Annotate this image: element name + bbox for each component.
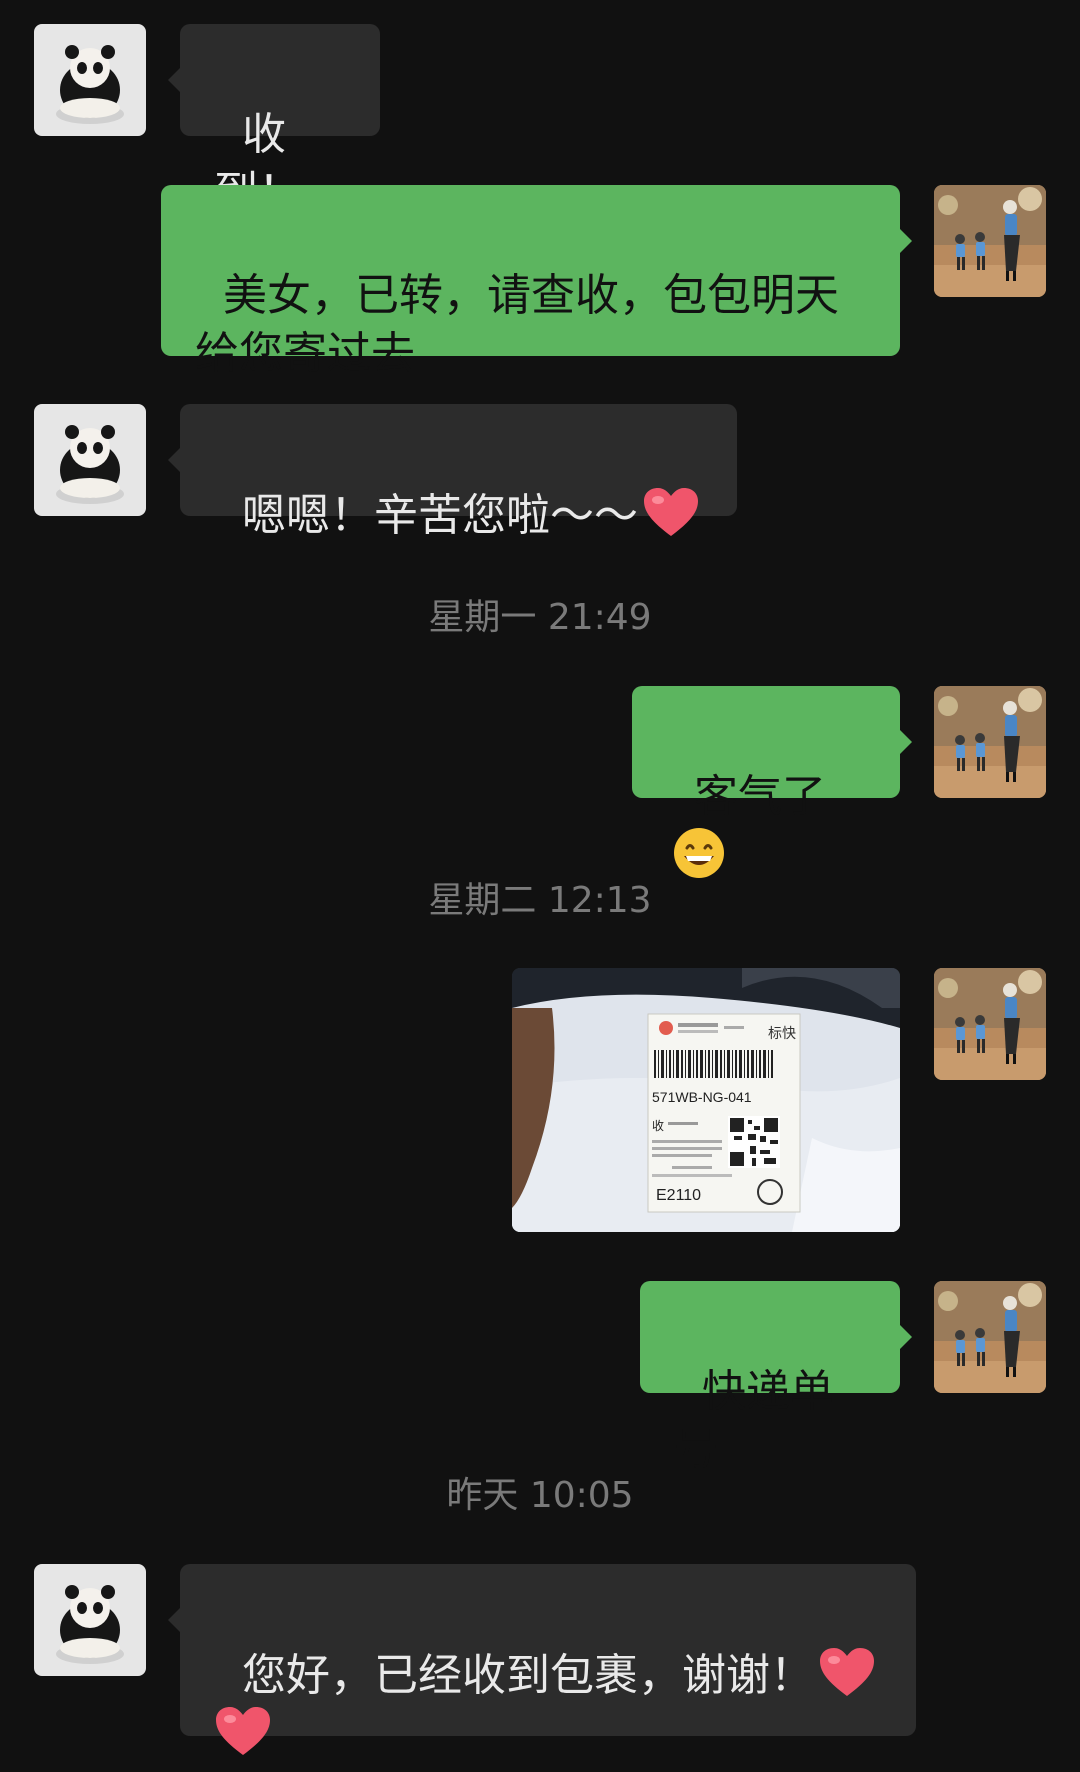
label-receiver: 收 [652,1119,664,1133]
heart-emoji-icon [214,1705,272,1757]
incoming-message-bubble[interactable]: 您好，已经收到包裹，谢谢！ [168,1564,916,1736]
shipping-label-photo[interactable]: 标快 571WB-NG-041 收 E2110 [512,968,900,1232]
message-text: 客气了 [693,771,826,822]
timestamp: 星期一 21:49 [428,597,652,638]
package-photo-image: 标快 571WB-NG-041 收 E2110 [512,968,900,1232]
label-code: 571WB-NG-041 [652,1089,752,1105]
my-avatar[interactable] [934,968,1046,1080]
my-avatar[interactable] [934,185,1046,297]
message-text: 快递单号 [674,1366,834,1475]
panda-avatar-icon [34,404,146,516]
incoming-message-bubble[interactable]: 嗯嗯！辛苦您啦～～ [168,404,737,541]
outgoing-message-bubble[interactable]: 快递单号 [640,1281,912,1475]
outgoing-message-bubble[interactable]: 客气了 [632,686,912,798]
heart-emoji-icon [642,486,700,538]
panda-avatar-icon [34,24,146,136]
mother-children-avatar-icon [934,686,1046,798]
message-text: 嗯嗯！辛苦您啦～～ [241,490,638,541]
my-avatar[interactable] [934,686,1046,798]
timestamp: 昨天 10:05 [446,1475,634,1516]
mother-children-avatar-icon [934,968,1046,1080]
heart-emoji-icon [818,1646,876,1698]
contact-avatar[interactable] [34,24,146,136]
label-bottom-code: E2110 [656,1187,701,1204]
outgoing-message-bubble[interactable]: 美女，已转，请查收，包包明天给您寄过去 [161,185,912,379]
label-tag: 标快 [768,1025,796,1041]
my-avatar[interactable] [934,1281,1046,1393]
mother-children-avatar-icon [934,185,1046,297]
mother-children-avatar-icon [934,1281,1046,1393]
timestamp: 星期二 12:13 [428,880,652,921]
contact-avatar[interactable] [34,404,146,516]
message-text: 您好，已经收到包裹，谢谢！ [241,1650,814,1701]
panda-avatar-icon [34,1564,146,1676]
contact-avatar[interactable] [34,1564,146,1676]
message-text: 美女，已转，请查收，包包明天给您寄过去 [195,270,839,379]
incoming-message-bubble[interactable]: 收到！ [168,24,380,218]
